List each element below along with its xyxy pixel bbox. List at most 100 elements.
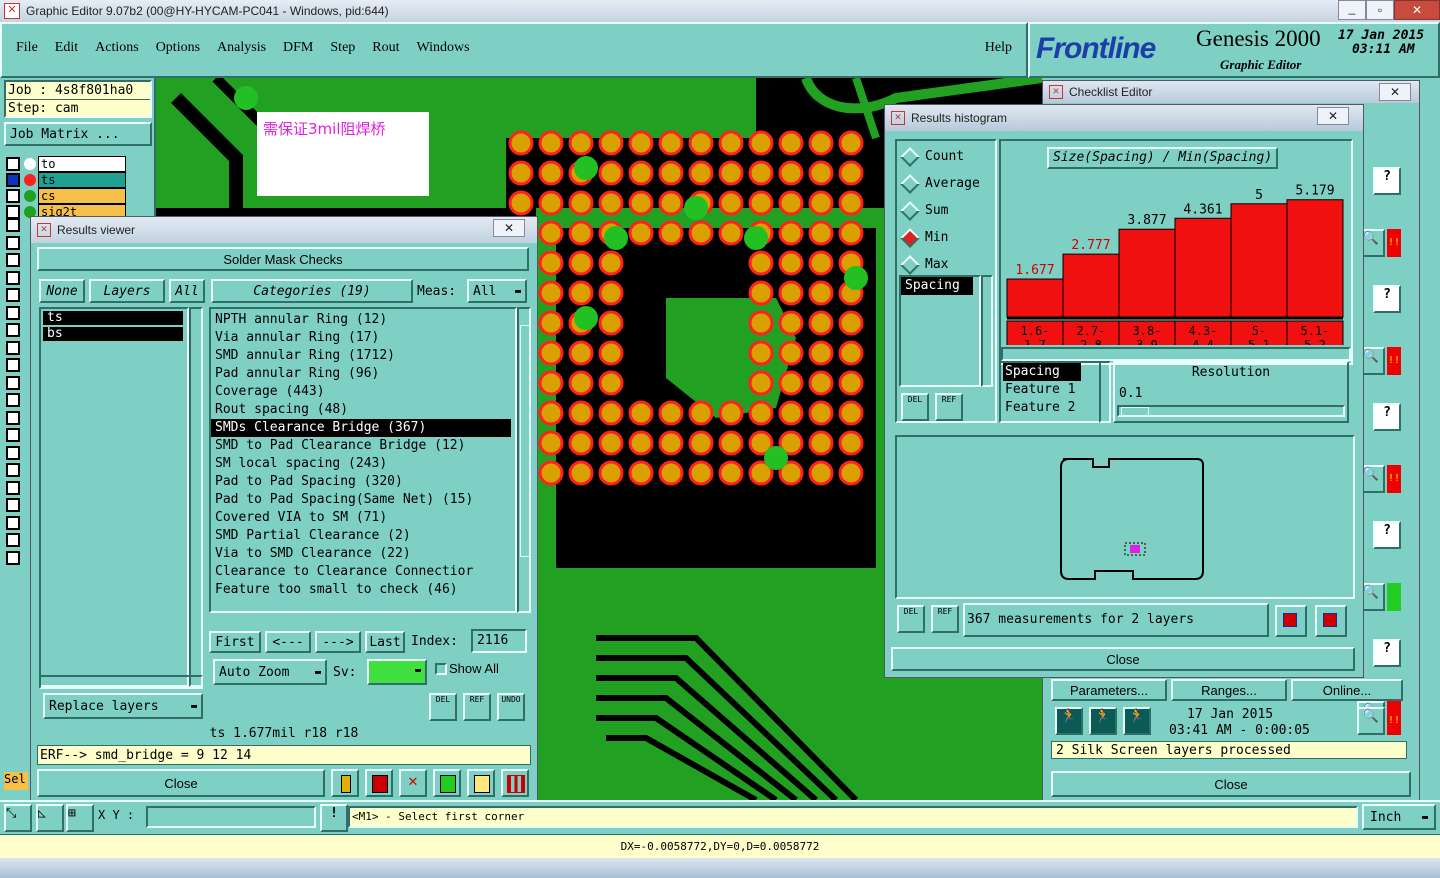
rv-category-item[interactable]: Feature too small to check (46): [211, 581, 511, 599]
rh-list-item[interactable]: Spacing: [901, 277, 973, 295]
rv-prev-button[interactable]: <---: [265, 631, 311, 653]
rh-list-scrollbar[interactable]: [981, 275, 993, 387]
rh-resolution-slider[interactable]: [1117, 405, 1345, 417]
rh-ref-button[interactable]: REF: [935, 393, 963, 421]
histogram-bar[interactable]: [1006, 278, 1064, 318]
menu-windows[interactable]: Windows: [417, 40, 470, 56]
rv-category-item[interactable]: Pad annular Ring (96): [211, 365, 511, 383]
cl-help-icon[interactable]: ?: [1373, 521, 1401, 549]
rv-category-item[interactable]: Via to SMD Clearance (22): [211, 545, 511, 563]
red-document-icon[interactable]: [365, 769, 393, 797]
cl-close-icon[interactable]: ✕: [1379, 83, 1411, 101]
layer-checkbox[interactable]: [6, 323, 20, 337]
layer-checkbox[interactable]: [6, 480, 20, 495]
layer-checkbox[interactable]: [6, 358, 20, 372]
rh-feature-scrollbar[interactable]: [1099, 361, 1111, 423]
layer-checkbox[interactable]: [6, 410, 20, 425]
run-icon[interactable]: 🏃: [1055, 707, 1083, 735]
rv-category-item[interactable]: SMD to Pad Clearance Bridge (12): [211, 437, 511, 455]
layer-checkbox[interactable]: [6, 515, 20, 530]
rv-next-button[interactable]: --->: [315, 631, 361, 653]
radio-icon[interactable]: [900, 146, 920, 167]
radio-icon[interactable]: [900, 200, 920, 221]
rv-sv-select[interactable]: ▬: [367, 659, 427, 685]
layer-checkbox[interactable]: [6, 288, 20, 302]
rh-mode-max[interactable]: Max: [897, 251, 995, 278]
menu-dfm[interactable]: DFM: [283, 40, 313, 56]
scroll-thumb[interactable]: [520, 325, 530, 557]
layer-checkbox[interactable]: [6, 428, 20, 442]
rv-replace-layers-button[interactable]: Replace layers ▬: [43, 693, 203, 719]
rv-layer-scrollbar[interactable]: [189, 307, 203, 687]
layer-checkbox[interactable]: [6, 498, 20, 512]
grid-icon[interactable]: ⊞: [66, 804, 94, 832]
rh-close-button[interactable]: Close: [891, 647, 1355, 671]
rv-close-icon[interactable]: ✕: [493, 219, 525, 237]
layer-icon[interactable]: [331, 769, 359, 797]
layer-checkbox[interactable]: [6, 375, 20, 390]
rh-close-icon[interactable]: ✕: [1317, 107, 1349, 125]
rh-feature-item[interactable]: Spacing: [1003, 363, 1081, 381]
rv-category-item[interactable]: Clearance to Clearance Connectior: [211, 563, 511, 581]
layer-row[interactable]: to: [6, 156, 126, 172]
rv-show-all-checkbox[interactable]: [435, 663, 447, 675]
menu-options[interactable]: Options: [156, 40, 200, 56]
menu-edit[interactable]: Edit: [55, 40, 78, 56]
layer-checkbox[interactable]: [6, 533, 20, 547]
rv-meas-select[interactable]: All ▬: [467, 279, 527, 303]
radio-icon[interactable]: [900, 173, 920, 194]
radio-icon[interactable]: [900, 227, 920, 248]
rv-categories-button[interactable]: Categories (19): [211, 279, 413, 303]
slider-thumb[interactable]: [1121, 407, 1149, 417]
rh-mode-sum[interactable]: Sum: [897, 197, 995, 224]
menu-actions[interactable]: Actions: [95, 40, 139, 56]
rv-category-item[interactable]: Pad to Pad Spacing(Same Net) (15): [211, 491, 511, 509]
stop-run-icon[interactable]: 🏃: [1123, 707, 1151, 735]
histogram-bar[interactable]: [1174, 217, 1232, 318]
rh-feature-item[interactable]: Feature 1: [1003, 381, 1099, 399]
histogram-bar[interactable]: [1062, 253, 1120, 318]
run-all-icon[interactable]: 🏃: [1089, 707, 1117, 735]
layer-checkbox[interactable]: [6, 173, 20, 187]
histogram-icon[interactable]: [501, 769, 529, 797]
layer-checkbox[interactable]: [6, 157, 20, 171]
layer-checkbox[interactable]: [6, 445, 20, 460]
rh-ref-button-2[interactable]: REF: [931, 605, 959, 633]
layer-checkbox[interactable]: [6, 253, 20, 267]
chart-export-icon[interactable]: [1275, 605, 1307, 637]
rh-del-button[interactable]: DEL: [901, 393, 929, 421]
menu-file[interactable]: File: [16, 40, 38, 56]
rv-category-item[interactable]: SMD annular Ring (1712): [211, 347, 511, 365]
layer-checkbox[interactable]: [6, 270, 20, 285]
rv-category-item[interactable]: SMD Partial Clearance (2): [211, 527, 511, 545]
rh-mode-min[interactable]: Min: [897, 224, 995, 251]
histogram-bar[interactable]: [1286, 199, 1344, 318]
rv-none-button[interactable]: None: [39, 279, 85, 303]
layer-checkbox[interactable]: [6, 235, 20, 250]
rv-layer-item[interactable]: bs: [43, 327, 183, 341]
rh-mode-count[interactable]: Count: [897, 143, 995, 170]
measure-icon[interactable]: ◺: [36, 804, 64, 832]
chart-settings-icon[interactable]: [1315, 605, 1347, 637]
layer-checkbox[interactable]: [6, 550, 20, 565]
green-layers-icon[interactable]: [433, 769, 461, 797]
rv-auto-zoom-button[interactable]: Auto Zoom ▬: [213, 659, 327, 685]
zoom-box-icon[interactable]: ⤡: [4, 804, 32, 832]
cl-online-button[interactable]: Online...: [1291, 679, 1403, 701]
cl-zoom-icon[interactable]: 🔍: [1357, 707, 1385, 735]
histogram-bar[interactable]: [1118, 228, 1176, 318]
cl-parameters-button[interactable]: Parameters...: [1051, 679, 1167, 701]
layer-checkbox[interactable]: [6, 189, 20, 203]
radio-icon[interactable]: [900, 254, 920, 275]
menu-step[interactable]: Step: [330, 40, 355, 56]
rv-category-item[interactable]: Pad to Pad Spacing (320): [211, 473, 511, 491]
rv-first-button[interactable]: First: [209, 631, 261, 653]
rv-layer-hscroll[interactable]: [39, 675, 203, 689]
layer-checkbox[interactable]: [6, 205, 20, 218]
cl-help-icon[interactable]: ?: [1373, 167, 1401, 195]
rv-undo-button[interactable]: UNDO: [497, 693, 525, 721]
rv-category-item[interactable]: SM local spacing (243): [211, 455, 511, 473]
cl-help-icon[interactable]: ?: [1373, 403, 1401, 431]
rv-del-button[interactable]: DEL: [429, 693, 457, 721]
rh-del-button-2[interactable]: DEL: [897, 605, 925, 633]
